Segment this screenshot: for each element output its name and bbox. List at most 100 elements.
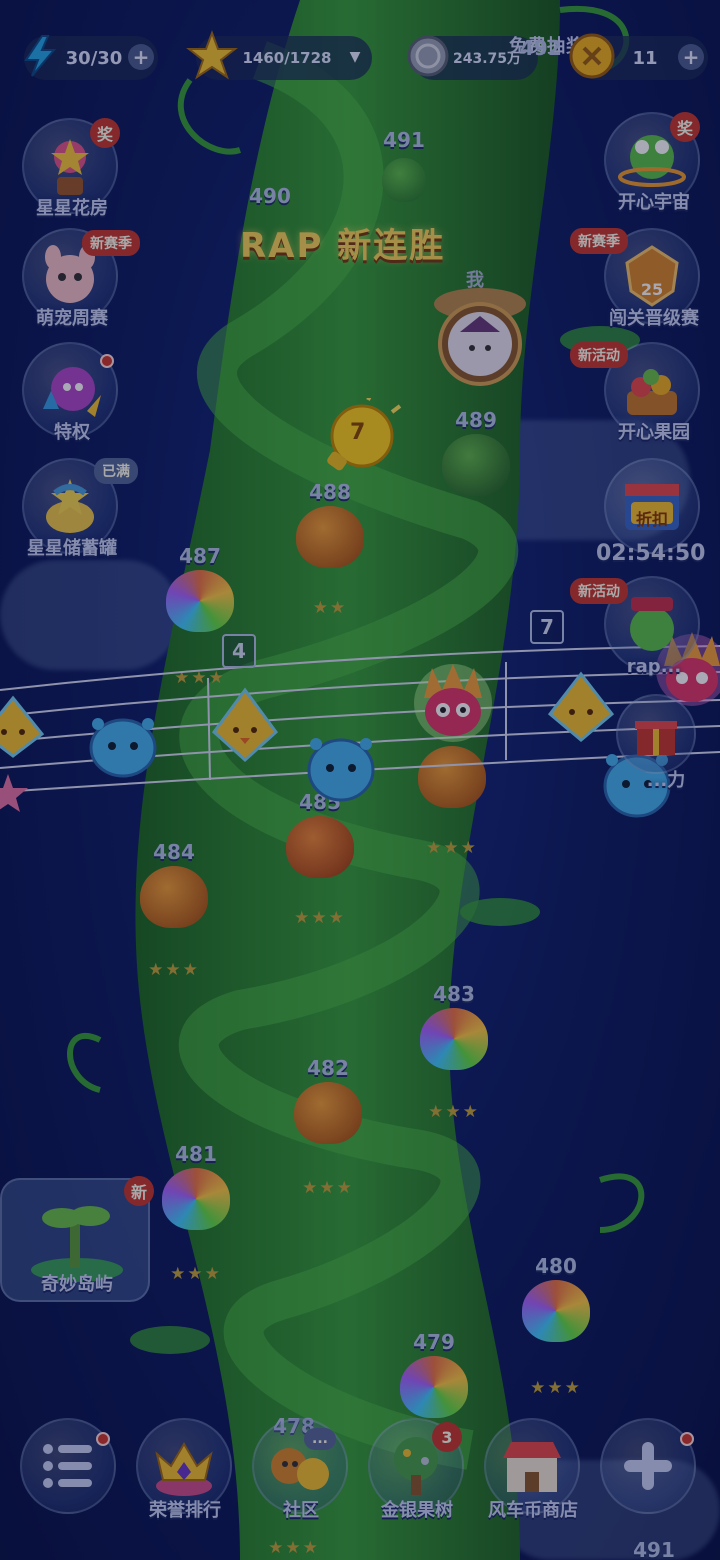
- sale-label: 折扣: [635, 510, 668, 529]
- level-fruit: [162, 1168, 230, 1230]
- add-energy-button[interactable]: +: [128, 44, 154, 70]
- level-number: 488: [309, 480, 351, 504]
- level-stars: ★★★: [302, 1178, 354, 1198]
- new-event-badge: 新活动: [570, 342, 628, 368]
- level-fruit: [522, 1280, 590, 1342]
- star-icon: [184, 28, 240, 84]
- level-stars: ★★★: [294, 908, 346, 928]
- gold-coin-icon: [564, 28, 620, 84]
- level-number: 483: [433, 982, 475, 1006]
- star-counter[interactable]: 1460/1728 ▼: [186, 30, 372, 80]
- level-promotion-contest-button[interactable]: 25 新赛季 闯关晋级赛: [570, 228, 704, 338]
- wonder-island-button[interactable]: 新 奇妙岛屿: [0, 1176, 154, 1302]
- level-node[interactable]: 491: [614, 1538, 694, 1560]
- new-badge: 新: [124, 1176, 154, 1206]
- reward-badge: 奖: [90, 118, 120, 148]
- level-node[interactable]: 480 ★★★: [516, 1254, 596, 1398]
- moves-counter: 4: [222, 634, 256, 668]
- hint-count: 7: [350, 420, 366, 445]
- level-number: 491: [633, 1538, 675, 1560]
- level-stars: ★★★: [148, 960, 200, 980]
- hint-bulb[interactable]: 7: [320, 391, 402, 480]
- more-button[interactable]: [594, 1418, 704, 1538]
- level-fruit: [442, 434, 510, 496]
- gift-icon: [616, 694, 696, 774]
- hippo-icon: [88, 712, 158, 782]
- main-menu-button[interactable]: [14, 1418, 124, 1538]
- menu-label: 开心宇宙: [618, 192, 690, 213]
- level-node[interactable]: 488 ★★: [290, 480, 370, 618]
- energy-counter[interactable]: 30/30 +: [24, 35, 158, 80]
- plus-icon: [600, 1418, 696, 1514]
- rap-event-button[interactable]: 新活动 rap...: [570, 576, 704, 686]
- level-fruit: [286, 816, 354, 878]
- new-season-badge: 新赛季: [82, 230, 140, 256]
- star-icon: [0, 772, 30, 820]
- silver-coin-icon: [400, 28, 456, 84]
- hippo-icon: [306, 732, 376, 806]
- community-button[interactable]: ... 社区: [246, 1418, 356, 1538]
- level-stars: ★★★: [428, 1102, 480, 1122]
- level-fruit: [400, 1356, 468, 1418]
- level-fruit: [140, 866, 208, 928]
- happy-orchard-button[interactable]: 新活动 开心果园: [570, 342, 704, 452]
- level-stars: ★★★: [426, 838, 478, 858]
- happy-universe-button[interactable]: 奖 开心宇宙: [594, 112, 704, 222]
- moves-counter: 7: [530, 610, 564, 644]
- level-node[interactable]: 483 ★★★: [414, 982, 494, 1122]
- new-event-badge: 新活动: [570, 578, 628, 604]
- level-number: 489: [455, 408, 497, 432]
- star-piggy-bank-button[interactable]: 已满 星星储蓄罐: [12, 458, 138, 568]
- windmill-coin-shop-button[interactable]: 风车币商店: [478, 1418, 588, 1538]
- level-node[interactable]: 481 ★★★: [156, 1142, 236, 1284]
- owl-icon[interactable]: [412, 662, 494, 748]
- menu-label: 开心果园: [618, 422, 690, 443]
- game-scene: 30/30 + 1460/1728 ▼ 243.75万 免费抽奖 492 11 …: [0, 0, 720, 1560]
- menu-label: 风车币商店: [488, 1500, 578, 1521]
- contest-number: 25: [640, 280, 664, 299]
- island-label: 奇妙岛屿: [41, 1274, 113, 1295]
- honor-ranking-button[interactable]: 荣誉排行: [130, 1418, 240, 1538]
- level-stars: ★★★: [530, 1378, 582, 1398]
- level-stars: ★★★: [170, 1264, 222, 1284]
- level-fruit: [382, 158, 426, 202]
- level-number: 480: [535, 1254, 577, 1278]
- level-node[interactable]: 482 ★★★: [288, 1056, 368, 1198]
- level-number: 482: [307, 1056, 349, 1080]
- level-number: 484: [153, 840, 195, 864]
- pet-weekly-contest-button[interactable]: 新赛季 萌宠周赛: [12, 228, 140, 338]
- level-number: 479: [413, 1330, 455, 1354]
- resource-bar: 30/30 + 1460/1728 ▼ 243.75万 免费抽奖 492 11 …: [0, 30, 720, 90]
- level-fruit: [294, 1082, 362, 1144]
- menu-label: 特权: [54, 422, 90, 443]
- gift-button[interactable]: ...力: [606, 694, 716, 804]
- level-fruit: [296, 506, 364, 568]
- privilege-button[interactable]: 特权: [12, 342, 122, 452]
- chat-badge: ...: [304, 1428, 336, 1450]
- money-tree-button[interactable]: 3 金银果树: [362, 1418, 472, 1538]
- notification-dot: [680, 1432, 694, 1446]
- notification-dot: [100, 354, 114, 368]
- level-fruit: [420, 1008, 488, 1070]
- gold-counter[interactable]: 11 +: [569, 33, 708, 80]
- level-number: 492: [520, 36, 562, 60]
- shop-sale-icon: 折扣: [604, 458, 700, 554]
- level-node[interactable]: 491: [364, 128, 444, 248]
- level-node[interactable]: 489: [436, 408, 516, 528]
- level-node[interactable]: 484 ★★★: [134, 840, 214, 980]
- add-gold-button[interactable]: +: [678, 44, 704, 70]
- menu-label: rap...: [626, 656, 682, 677]
- chevron-down-icon[interactable]: ▼: [342, 44, 368, 70]
- level-stars: ★★★: [268, 1538, 320, 1558]
- menu-label: 闯关晋级赛: [609, 308, 699, 329]
- level-number: 487: [179, 544, 221, 568]
- chick-icon: [0, 694, 46, 764]
- level-number: 491: [383, 128, 425, 152]
- level-number: 481: [175, 1142, 217, 1166]
- level-node[interactable]: 490: [230, 184, 310, 304]
- full-badge: 已满: [94, 458, 138, 484]
- notification-dot: [96, 1432, 110, 1446]
- star-flower-house-button[interactable]: 奖 星星花房: [12, 118, 122, 228]
- menu-label: 星星储蓄罐: [27, 538, 117, 559]
- player-avatar[interactable]: [420, 282, 540, 392]
